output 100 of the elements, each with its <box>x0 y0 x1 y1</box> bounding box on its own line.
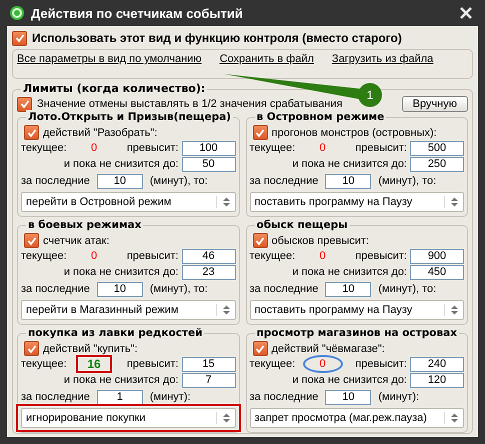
input-field[interactable]: 23 <box>182 264 236 280</box>
group-title: Лото.Открыть и Призыв(пещера) <box>26 110 233 124</box>
period-label: за последние <box>250 283 318 295</box>
spinner-icon[interactable] <box>216 412 230 424</box>
checkbox-label: Использовать этот вид и функцию контроля (вместо старого) <box>32 31 402 45</box>
current-value: 0 <box>319 250 326 262</box>
checkbox[interactable] <box>252 233 268 248</box>
minutes-label: (минут): <box>150 391 191 403</box>
input-field[interactable]: 240 <box>410 356 464 372</box>
action-dropdown[interactable]: игнорирование покупки <box>21 408 236 428</box>
checkmark-icon <box>20 99 30 109</box>
exceeds-label: превысит: <box>354 142 407 154</box>
current-label: текущее: <box>250 142 296 154</box>
checkbox[interactable] <box>17 96 32 112</box>
input-field[interactable]: 7 <box>182 372 236 388</box>
current-value: 0 <box>319 142 326 154</box>
period-label: за последние <box>21 391 90 403</box>
current-label: текущее: <box>250 358 296 370</box>
checkbox[interactable] <box>24 125 39 140</box>
checkbox[interactable] <box>12 30 27 46</box>
window-title: Действия по счетчикам событий <box>31 6 244 20</box>
checkmark-icon <box>255 236 265 246</box>
period-label: за последние <box>250 391 318 403</box>
checkbox-label: действий "чёвмагазе": <box>272 342 385 354</box>
input-field[interactable]: 500 <box>410 140 464 156</box>
until-label: и пока не снизится до: <box>291 266 407 278</box>
spinner-icon[interactable] <box>444 304 459 316</box>
input-field[interactable]: 15 <box>182 356 236 372</box>
period-label: за последние <box>21 175 90 187</box>
action-dropdown[interactable]: перейти в Островной режим <box>21 192 236 212</box>
current-label: текущее: <box>250 250 296 262</box>
period-label: за последние <box>21 283 90 295</box>
until-label: и пока не снизится до: <box>62 266 178 278</box>
spinner-icon[interactable] <box>444 412 459 424</box>
minutes-label: (минут), то: <box>150 175 208 187</box>
input-field[interactable]: 10 <box>325 282 372 296</box>
input-field[interactable]: 250 <box>410 156 464 172</box>
input-field[interactable]: 10 <box>325 174 372 188</box>
checkbox[interactable] <box>24 341 39 356</box>
checkbox-label: обысков превысит: <box>272 234 369 246</box>
action-dropdown[interactable]: перейти в Магазинный режим <box>21 300 236 320</box>
checkbox[interactable] <box>24 233 39 248</box>
input-field[interactable]: 1 <box>96 390 143 404</box>
app-icon <box>9 5 25 21</box>
checkmark-icon <box>26 128 36 138</box>
until-label: и пока не снизится до: <box>62 374 178 386</box>
minutes-label: (минут): <box>378 391 420 403</box>
until-label: и пока не снизится до: <box>291 158 407 170</box>
until-label: и пока не снизится до: <box>62 158 178 170</box>
current-label: текущее: <box>21 142 68 154</box>
input-field[interactable]: 10 <box>325 390 372 404</box>
current-value: 0 <box>90 250 98 262</box>
checkmark-icon <box>255 344 265 354</box>
checkbox[interactable] <box>252 341 268 356</box>
minutes-label: (минут), то: <box>378 175 436 187</box>
exceeds-label: превысит: <box>126 250 178 262</box>
current-label: текущее: <box>21 358 68 370</box>
input-field[interactable]: 100 <box>182 140 236 156</box>
checkmark-icon <box>26 344 36 354</box>
checkmark-icon <box>14 33 24 43</box>
link[interactable]: Все параметры в вид по умолчанию <box>17 53 202 65</box>
group-title: покупка из лавки редкостей <box>26 326 204 340</box>
input-field[interactable]: 10 <box>96 174 143 188</box>
link[interactable]: Загрузить из файла <box>332 53 434 65</box>
group-title: обыск пещеры <box>254 218 350 232</box>
input-field[interactable]: 450 <box>410 264 464 280</box>
action-dropdown[interactable]: запрет просмотра (маг.реж.пауза) <box>250 408 464 428</box>
spinner-icon[interactable] <box>216 304 230 316</box>
input-field[interactable]: 50 <box>182 156 236 172</box>
action-dropdown[interactable]: поставить программу на Паузу <box>250 300 464 320</box>
exceeds-label: превысит: <box>126 142 178 154</box>
current-value: 0 <box>90 142 98 154</box>
input-field[interactable]: 120 <box>410 372 464 388</box>
minutes-label: (минут), то: <box>378 283 436 295</box>
checkbox[interactable] <box>252 125 268 140</box>
checkbox-label: Значение отмены выставлять в 1/2 значения срабатывания <box>37 98 342 110</box>
checkmark-icon <box>26 236 36 246</box>
current-value: 0 <box>319 358 326 370</box>
input-field[interactable]: 900 <box>410 248 464 264</box>
group-title: в Островном режиме <box>254 110 386 124</box>
input-field[interactable]: 10 <box>96 282 143 296</box>
checkbox-label: действий "купить": <box>43 342 138 354</box>
spinner-icon[interactable] <box>216 196 230 208</box>
spinner-icon[interactable] <box>444 196 459 208</box>
exceeds-label: превысит: <box>126 358 178 370</box>
input-field[interactable]: 46 <box>182 248 236 264</box>
action-dropdown[interactable]: поставить программу на Паузу <box>250 192 464 212</box>
manual-button[interactable]: Вручную <box>402 96 468 112</box>
group-title: в боевых режимах <box>26 218 144 232</box>
checkbox-label: счетчик атак: <box>43 234 110 246</box>
checkmark-icon <box>255 128 265 138</box>
until-label: и пока не снизится до: <box>291 374 407 386</box>
close-icon[interactable] <box>460 7 472 19</box>
checkbox-label: прогонов монстров (островных): <box>272 126 437 138</box>
current-value: 16 <box>87 357 101 371</box>
link[interactable]: Сохранить в файл <box>220 53 314 65</box>
minutes-label: (минут), то: <box>150 283 208 295</box>
exceeds-label: превысит: <box>354 358 407 370</box>
group-title: Лимиты (когда количество): <box>21 82 208 96</box>
exceeds-label: превысит: <box>354 250 407 262</box>
